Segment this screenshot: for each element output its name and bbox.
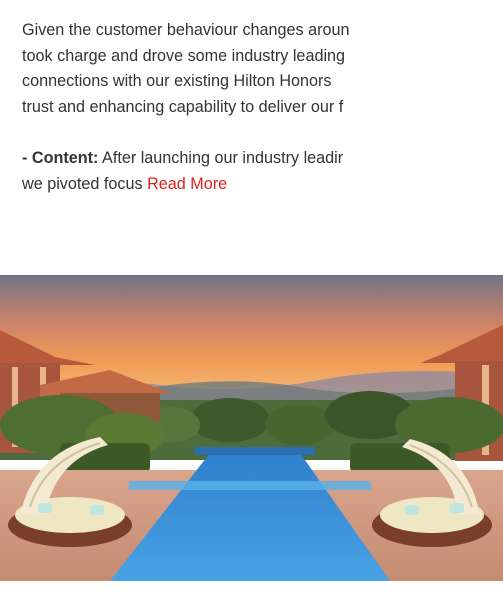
content-text: we pivoted focus	[22, 174, 148, 193]
resort-pool-illustration	[0, 275, 503, 581]
article-text: Given the customer behaviour changes aro…	[22, 18, 503, 197]
content-line: - Content: After launching our industry …	[22, 146, 503, 172]
content-text: After launching our industry leadir	[98, 148, 344, 167]
pillow	[90, 505, 104, 515]
article-section: Given the customer behaviour changes aro…	[0, 0, 503, 601]
pillow	[405, 505, 419, 515]
pool-far-edge	[195, 447, 315, 455]
tree	[265, 405, 335, 445]
paragraph-line: trust and enhancing capability to delive…	[22, 97, 344, 116]
content-label: Content:	[31, 148, 99, 167]
paragraph-line: Given the customer behaviour changes aro…	[22, 21, 350, 39]
read-more-link[interactable]: Read More	[147, 175, 227, 193]
content-line: we pivoted focus Read More	[22, 172, 503, 198]
paragraph-line: connections with our existing Hilton Hon…	[22, 72, 332, 91]
paragraph-line: took charge and drove some industry lead…	[22, 46, 346, 65]
pillow	[38, 503, 52, 513]
pool-near-step	[128, 481, 372, 490]
content-prefix: -	[22, 148, 32, 167]
tree	[190, 398, 270, 442]
pillow	[450, 503, 464, 513]
resort-pool-photo	[0, 275, 503, 581]
